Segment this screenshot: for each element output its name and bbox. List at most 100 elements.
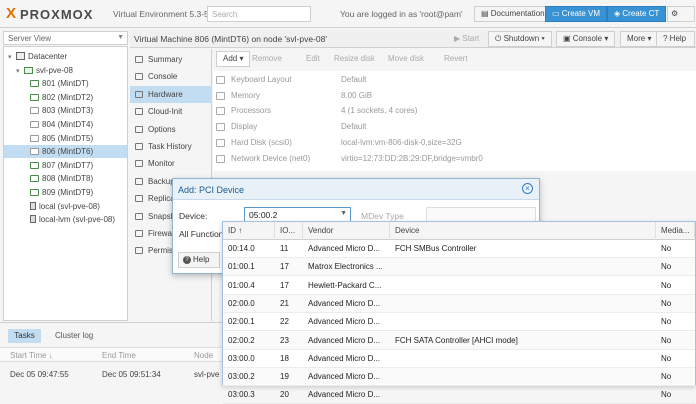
chevron-down-icon[interactable]: ▾ [16,65,24,78]
hardware-row[interactable]: Network Device (net0) virtio=12:73:DD:2B:… [213,151,696,167]
grid-cell: 18 [280,353,289,363]
user-menu-button[interactable]: ⚙ [667,6,695,22]
hardware-toolbar: Add ▾ Remove Edit Resize disk Move disk Rever… [213,51,696,69]
tree-item-label: 808 (MintDT8) [42,174,94,184]
hardware-row[interactable]: Processors 4 (1 sockets, 4 cores) [213,103,696,119]
task-node: svl-pve [194,370,220,379]
grid-row[interactable]: 01:00.1 17 Matrox Electronics ... No [223,258,695,277]
tree-item[interactable]: ▾ svl-pve-08 [4,64,127,77]
grid-row[interactable]: 01:00.4 17 Hewlett-Packard C... No [223,277,695,295]
tree-item[interactable]: 809 (MintDT9) [4,186,127,199]
server-view-select[interactable]: Server View ▼ [3,31,128,45]
toolbar-edit-button[interactable]: Edit [299,51,327,67]
tree-item[interactable]: local (svl-pve-08) [4,200,127,213]
grid-cell [390,258,656,276]
device-combobox[interactable]: 05:00.2 ▼ [244,207,351,222]
grid-col-id[interactable]: ID ↑ [223,222,275,240]
hardware-list: Keyboard Layout Default Memory 8.00 GiB Proc… [213,71,696,171]
col-end-time[interactable]: End Time [102,351,136,360]
chevron-down-icon[interactable]: ▾ [8,51,16,64]
grid-row[interactable]: 03:00.0 18 Advanced Micro D... No [223,350,695,368]
nav-console-icon [135,73,143,81]
grid-row[interactable]: 00:14.0 11 Advanced Micro D... FCH SMBus Co… [223,240,695,258]
grid-cell: No [661,244,672,253]
grid-row[interactable]: 02:00.1 22 Advanced Micro D... No [223,313,695,332]
nav-item-console[interactable]: Console [130,68,212,85]
task-end: Dec 05 09:51:34 [102,370,161,379]
grid-col-iommu[interactable]: IO... [275,222,303,240]
documentation-button[interactable]: ▤ Documentation [474,6,552,22]
start-button[interactable]: ▶ Start [447,31,486,47]
nav-item-summary[interactable]: Summary [130,51,212,68]
tree-item[interactable]: 801 (MintDT) [4,77,127,90]
dialog-help-button[interactable]: ? Help [178,252,220,268]
nav-hardware-icon [135,90,143,98]
create-ct-button[interactable]: ◈ Create CT [607,6,667,22]
tree-item[interactable]: 805 (MintDT5) [4,132,127,145]
nav-item-monitor[interactable]: Monitor [130,155,212,172]
hardware-row[interactable]: Display Default [213,119,696,135]
hardware-row[interactable]: Keyboard Layout Default [213,72,696,88]
grid-row[interactable]: 03:00.3 20 Advanced Micro D... No [223,386,695,404]
toolbar-revert-button[interactable]: Revert [437,51,475,67]
grid-cell: No [661,262,672,272]
hardware-row[interactable]: Hard Disk (scsi0) local-lvm:vm-806-disk-0… [213,135,696,151]
tree-item[interactable]: 804 (MintDT4) [4,118,127,131]
nav-item-hardware[interactable]: Hardware [130,85,212,103]
grid-col-mediated[interactable]: Media... [656,222,695,240]
grid-cell: 02:00.1 [228,317,255,327]
nav-firewall-icon [135,230,143,237]
hardware-value: 4 (1 sockets, 4 cores) [341,106,418,116]
mdev-type-select[interactable] [426,207,536,222]
grid-row[interactable]: 03:00.2 19 Advanced Micro D... No [223,368,695,387]
grid-row[interactable]: 02:00.0 21 Advanced Micro D... No [223,294,695,313]
vm-running-icon [30,175,39,183]
tree-item[interactable]: 806 (MintDT6) [4,145,127,159]
grid-row[interactable]: 02:00.2 23 Advanced Micro D... FCH SATA Con… [223,331,695,350]
hardware-row[interactable]: Memory 8.00 GiB [213,88,696,104]
nav-item-label: Hardware [148,89,183,99]
nav-item-options[interactable]: Options [130,121,212,138]
tree-item[interactable]: 802 (MintDT2) [4,91,127,104]
tab-cluster-log[interactable]: Cluster log [55,331,93,340]
more-button[interactable]: More ▾ [620,31,659,47]
toolbar-remove-button[interactable]: Remove [245,51,289,67]
toolbar-resize-disk-button[interactable]: Resize disk [327,51,382,67]
search-input[interactable]: Search [207,6,311,22]
nav-item-label: Summary [148,55,183,64]
nav-item-task-history[interactable]: Task History [130,138,212,155]
vm-running-icon [30,93,39,101]
help-top-button[interactable]: ? Help [656,31,695,47]
tree-item[interactable]: local-lvm (svl-pve-08) [4,213,127,226]
grid-cell: No [661,390,672,400]
toolbar-move-disk-button[interactable]: Move disk [381,51,431,67]
chevron-down-icon[interactable]: ▼ [340,210,347,217]
tab-tasks[interactable]: Tasks [8,329,41,343]
grid-col-vendor[interactable]: Vendor [303,222,390,240]
nav-item-label: Console [148,72,178,82]
tree-item[interactable]: ▾ Datacenter [4,50,127,63]
grid-cell: 03:00.0 [228,353,255,363]
grid-col-device[interactable]: Device [390,222,656,240]
vm-running-icon [30,80,39,88]
hardware-key: Memory [231,90,260,100]
close-icon[interactable]: × [522,183,533,194]
hardware-value: virtio=12:73:DD:2B:29:DF,bridge=vmbr0 [341,153,483,163]
task-start: Dec 05 09:47:55 [10,370,69,379]
hardware-network-device-net0-icon [216,154,225,163]
col-start-time[interactable]: Start Time ↓ [10,351,53,360]
grid-cell: 02:00.2 [228,335,255,345]
chevron-down-icon: ▼ [117,34,124,41]
tree-item-label: 805 (MintDT5) [42,133,94,143]
help-icon: ? [663,34,670,43]
col-node[interactable]: Node [194,351,213,360]
grid-cell [390,368,656,386]
console-button[interactable]: ▣ Console ▾ [556,31,616,47]
hardware-keyboard-layout-icon [216,76,225,84]
tree-item[interactable]: 808 (MintDT8) [4,172,127,185]
tree-item[interactable]: 803 (MintDT3) [4,104,127,117]
shutdown-button[interactable]: ⏻ Shutdown ▾ [488,31,552,47]
create-vm-button[interactable]: ▭ Create VM [545,6,608,22]
nav-item-cloud-init[interactable]: Cloud-Init [130,103,212,120]
tree-item[interactable]: 807 (MintDT7) [4,159,127,172]
